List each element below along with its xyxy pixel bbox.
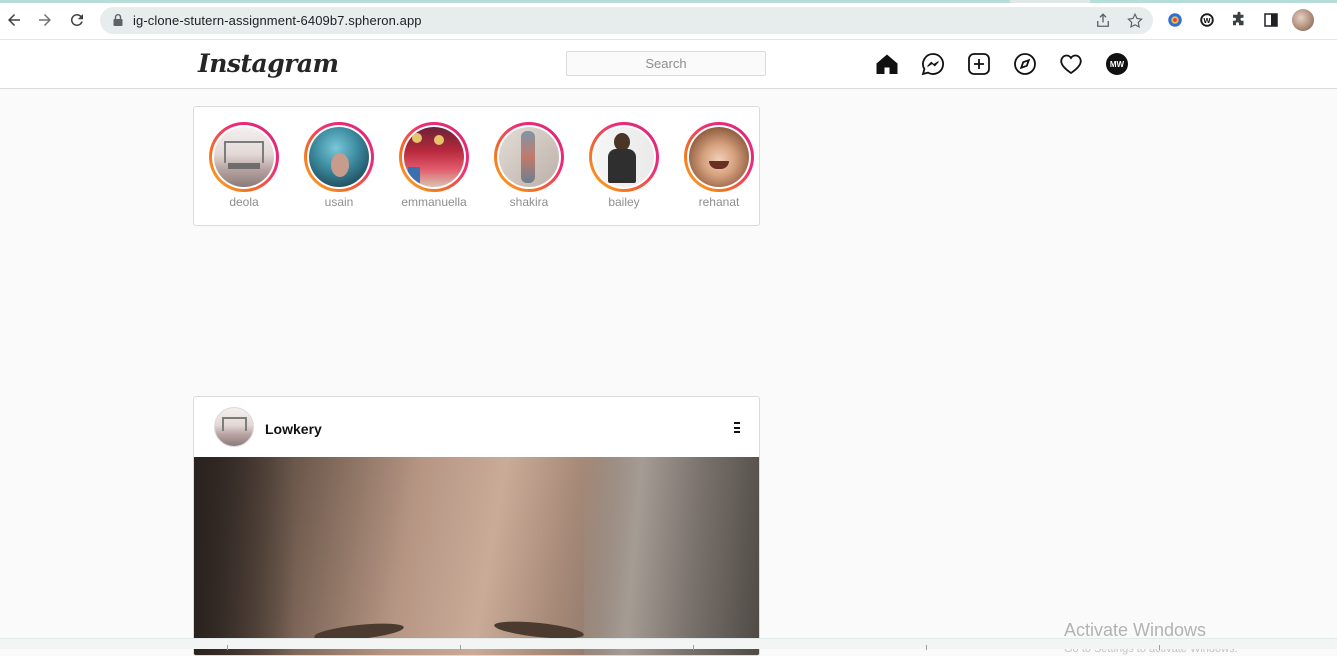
stories-tray: deola usain emmanuella shakira bailey re… xyxy=(193,106,760,226)
story-item[interactable]: bailey xyxy=(588,122,660,209)
reload-button[interactable] xyxy=(67,10,87,30)
home-icon xyxy=(876,54,898,74)
url-text: ig-clone-stutern-assignment-6409b7.spher… xyxy=(133,13,422,28)
profile-avatar[interactable]: MW xyxy=(1106,53,1128,75)
ig-header: Instagram MW xyxy=(0,40,1337,89)
post-image[interactable] xyxy=(194,457,759,655)
story-username: deola xyxy=(229,195,259,209)
heart-icon xyxy=(1060,54,1082,75)
post-username[interactable]: Lowkery xyxy=(265,421,322,437)
taskbar-strip xyxy=(0,638,1337,650)
story-ring xyxy=(684,122,754,192)
story-username: bailey xyxy=(608,195,640,209)
share-icon[interactable] xyxy=(1094,12,1112,30)
story-item[interactable]: rehanat xyxy=(683,122,755,209)
story-item[interactable]: deola xyxy=(208,122,280,209)
arrow-right-icon xyxy=(39,14,51,26)
lock-icon xyxy=(113,14,123,26)
story-ring xyxy=(494,122,564,192)
compass-icon xyxy=(1014,53,1036,75)
browser-toolbar: ig-clone-stutern-assignment-6409b7.spher… xyxy=(0,0,1337,40)
post-options-icon[interactable] xyxy=(734,422,740,433)
messenger-icon xyxy=(921,53,944,76)
svg-text:W: W xyxy=(1203,17,1211,25)
story-avatar xyxy=(309,127,369,187)
bookmark-star-icon[interactable] xyxy=(1126,12,1144,30)
activity-button[interactable] xyxy=(1059,52,1083,76)
story-item[interactable]: usain xyxy=(303,122,375,209)
story-ring xyxy=(304,122,374,192)
story-avatar xyxy=(404,127,464,187)
messenger-button[interactable] xyxy=(921,52,945,76)
post-author-avatar[interactable] xyxy=(214,407,254,447)
explore-button[interactable] xyxy=(1013,52,1037,76)
browser-profile-avatar[interactable] xyxy=(1292,9,1314,31)
story-username: usain xyxy=(324,195,354,209)
story-item[interactable]: emmanuella xyxy=(398,122,470,209)
feed-post: Lowkery xyxy=(193,396,760,656)
forward-button[interactable] xyxy=(35,10,55,30)
reload-icon xyxy=(70,13,83,26)
extensions-puzzle-icon[interactable] xyxy=(1230,11,1248,29)
story-ring xyxy=(589,122,659,192)
story-username: emmanuella xyxy=(401,195,467,209)
new-post-button[interactable] xyxy=(967,52,991,76)
story-ring xyxy=(209,122,279,192)
arrow-left-icon xyxy=(8,14,20,26)
tab-strip-accent xyxy=(0,0,1337,3)
story-avatar xyxy=(689,127,749,187)
story-avatar xyxy=(594,127,654,187)
home-button[interactable] xyxy=(875,52,899,76)
extension-w-icon[interactable]: W xyxy=(1198,11,1216,29)
instagram-logo[interactable]: Instagram xyxy=(198,49,339,78)
extension-color-icon[interactable] xyxy=(1166,11,1184,29)
story-username: shakira xyxy=(509,195,549,209)
plus-square-icon xyxy=(968,53,990,75)
story-ring xyxy=(399,122,469,192)
side-panel-icon[interactable] xyxy=(1262,11,1280,29)
story-avatar xyxy=(214,127,274,187)
address-bar[interactable]: ig-clone-stutern-assignment-6409b7.spher… xyxy=(100,7,1153,34)
story-item[interactable]: shakira xyxy=(493,122,565,209)
search-input[interactable] xyxy=(566,51,766,76)
story-username: rehanat xyxy=(698,195,740,209)
back-button[interactable] xyxy=(4,10,24,30)
story-avatar xyxy=(499,127,559,187)
